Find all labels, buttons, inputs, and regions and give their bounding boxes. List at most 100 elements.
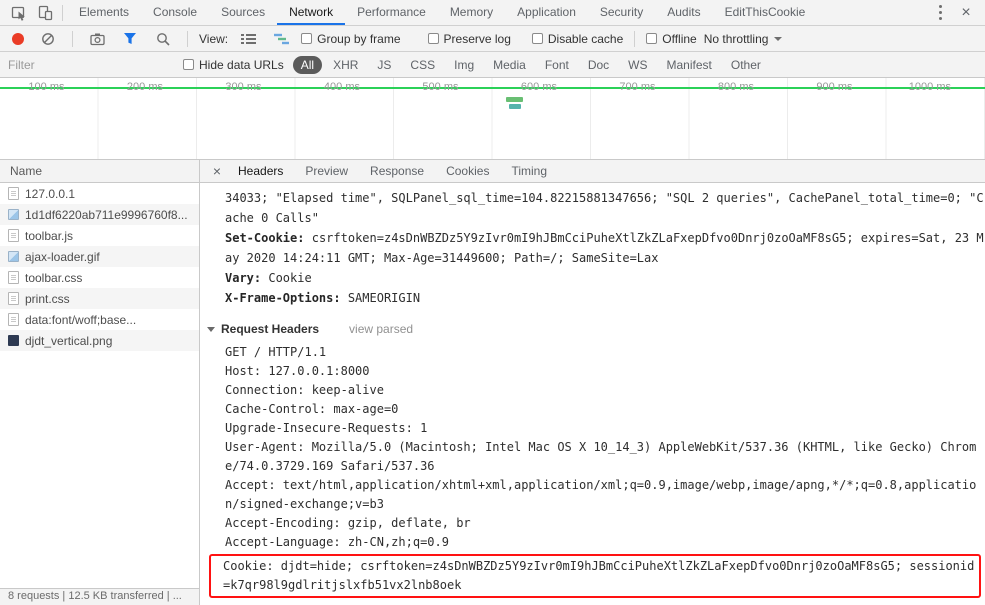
request-row[interactable]: ajax-loader.gif: [0, 246, 199, 267]
pill-js[interactable]: JS: [369, 56, 399, 74]
throttling-select[interactable]: No throttling: [704, 32, 783, 46]
tab-elements[interactable]: Elements: [67, 0, 141, 25]
pill-xhr[interactable]: XHR: [325, 56, 366, 74]
raw-header-line: Accept: text/html,application/xhtml+xml,…: [225, 478, 977, 511]
request-row[interactable]: toolbar.js: [0, 225, 199, 246]
request-row[interactable]: print.css: [0, 288, 199, 309]
record-button[interactable]: [12, 32, 24, 45]
request-row[interactable]: 127.0.0.1: [0, 183, 199, 204]
filter-input[interactable]: [8, 57, 174, 72]
checkbox-box[interactable]: [427, 33, 439, 44]
list-view-icon[interactable]: [235, 27, 261, 51]
raw-header-line: Upgrade-Insecure-Requests: 1: [225, 421, 428, 435]
offline-label: Offline: [662, 31, 697, 46]
tab-audits[interactable]: Audits: [655, 0, 712, 25]
view-label: View:: [199, 31, 229, 46]
request-row[interactable]: 1d1df6220ab711e9996760f8...: [0, 204, 199, 225]
request-details-panel: × Headers Preview Response Cookies Timin…: [200, 160, 985, 605]
tab-console[interactable]: Console: [141, 0, 209, 25]
devtools-window: Elements Console Sources Network Perform…: [0, 0, 985, 605]
inspect-element-icon[interactable]: [6, 1, 32, 25]
request-name: djdt_vertical.png: [25, 333, 113, 348]
tab-network[interactable]: Network: [277, 0, 345, 25]
tab-application[interactable]: Application: [505, 0, 588, 25]
script-icon: [8, 229, 19, 242]
checkbox-box[interactable]: [183, 59, 194, 70]
checkbox-box[interactable]: [531, 33, 543, 44]
image-icon: [8, 209, 19, 220]
capture-screenshots-camera-icon[interactable]: [84, 27, 110, 51]
requests-summary: 8 requests | 12.5 KB transferred | ...: [8, 590, 182, 602]
request-row[interactable]: toolbar.css: [0, 267, 199, 288]
header-value: csrftoken=z4sDnWBZDz5Y9zIvr0mI9hJBmCciPu…: [225, 231, 984, 265]
network-toolbar: View: Group by frame Preserve log Disabl…: [0, 26, 985, 52]
preserve-log-checkbox[interactable]: Preserve log: [427, 32, 511, 46]
disable-cache-checkbox[interactable]: Disable cache: [531, 31, 624, 46]
tab-performance[interactable]: Performance: [345, 0, 438, 25]
pill-other[interactable]: Other: [723, 56, 769, 74]
separator: [72, 30, 73, 47]
main-tab-strip: Elements Console Sources Network Perform…: [67, 0, 817, 25]
tab-timing[interactable]: Timing: [501, 160, 557, 182]
details-tab-strip: × Headers Preview Response Cookies Timin…: [200, 160, 985, 183]
tab-editthiscookie[interactable]: EditThisCookie: [713, 0, 818, 25]
group-by-frame-checkbox[interactable]: Group by frame: [301, 31, 401, 46]
disable-cache-label: Disable cache: [547, 31, 624, 46]
close-devtools-icon[interactable]: ×: [953, 1, 979, 25]
pill-css[interactable]: CSS: [402, 56, 443, 74]
main-tabbar: Elements Console Sources Network Perform…: [0, 0, 985, 26]
network-main-area: Name 127.0.0.1 1d1df6220ab711e9996760f8.…: [0, 160, 985, 605]
pill-manifest[interactable]: Manifest: [659, 56, 720, 74]
tab-security[interactable]: Security: [588, 0, 655, 25]
tab-headers[interactable]: Headers: [228, 160, 293, 182]
name-column-header[interactable]: Name: [0, 160, 199, 183]
pill-doc[interactable]: Doc: [580, 56, 617, 74]
pill-all[interactable]: All: [292, 55, 323, 74]
font-icon: [8, 313, 19, 326]
tab-cookies[interactable]: Cookies: [436, 160, 499, 182]
request-row[interactable]: data:font/woff;base...: [0, 309, 199, 330]
tab-response[interactable]: Response: [360, 160, 434, 182]
request-row[interactable]: djdt_vertical.png: [0, 330, 199, 351]
pill-ws[interactable]: WS: [620, 56, 655, 74]
response-header-overflow-line: 34033; "Elapsed time", SQLPanel_sql_time…: [225, 191, 984, 225]
raw-header-line: Accept-Language: zh-CN,zh;q=0.9: [225, 535, 449, 549]
response-header-set-cookie: Set-Cookie: csrftoken=z4sDnWBZDz5Y9zIvr0…: [225, 228, 985, 268]
raw-header-line: Host: 127.0.0.1:8000: [225, 364, 370, 378]
image-icon: [8, 251, 19, 262]
disclosure-triangle-icon[interactable]: [207, 326, 215, 332]
filter-funnel-icon[interactable]: [117, 27, 143, 51]
stylesheet-icon: [8, 292, 19, 305]
view-parsed-link[interactable]: view parsed: [349, 322, 413, 336]
timeline-tick-label: 200 ms: [126, 81, 163, 93]
clear-icon[interactable]: [35, 27, 61, 51]
close-details-icon[interactable]: ×: [208, 160, 226, 182]
request-name: ajax-loader.gif: [25, 249, 100, 264]
timeline-overview[interactable]: 100 ms 200 ms 300 ms 400 ms 500 ms 600 m…: [0, 78, 985, 160]
throttling-value: No throttling: [703, 31, 769, 46]
tab-sources[interactable]: Sources: [209, 0, 277, 25]
timeline-tick-label: 600 ms: [520, 81, 557, 93]
hide-data-urls-checkbox[interactable]: Hide data URLs: [183, 58, 284, 72]
header-value: SAMEORIGIN: [347, 291, 421, 305]
document-icon: [8, 187, 19, 200]
raw-header-line: Cache-Control: max-age=0: [225, 402, 399, 416]
group-by-frame-label: Group by frame: [317, 31, 401, 46]
checkbox-box[interactable]: [301, 33, 313, 44]
raw-header-line: Connection: keep-alive: [225, 383, 384, 397]
tab-memory[interactable]: Memory: [438, 0, 505, 25]
overview-toggle-icon[interactable]: [268, 27, 294, 51]
offline-checkbox[interactable]: Offline: [646, 31, 697, 46]
timeline-tick-label: 500 ms: [422, 81, 459, 93]
pill-img[interactable]: Img: [446, 56, 482, 74]
request-headers-section-header[interactable]: Request Headers view parsed: [207, 320, 985, 338]
search-icon[interactable]: [150, 27, 176, 51]
device-toolbar-icon[interactable]: [32, 1, 58, 25]
timeline-tick-label: 300 ms: [225, 81, 262, 93]
more-options-icon[interactable]: [927, 1, 953, 25]
headers-content: 34033; "Elapsed time", SQLPanel_sql_time…: [200, 183, 985, 605]
pill-media[interactable]: Media: [485, 56, 534, 74]
checkbox-box[interactable]: [646, 33, 658, 44]
tab-preview[interactable]: Preview: [295, 160, 358, 182]
pill-font[interactable]: Font: [537, 56, 577, 74]
